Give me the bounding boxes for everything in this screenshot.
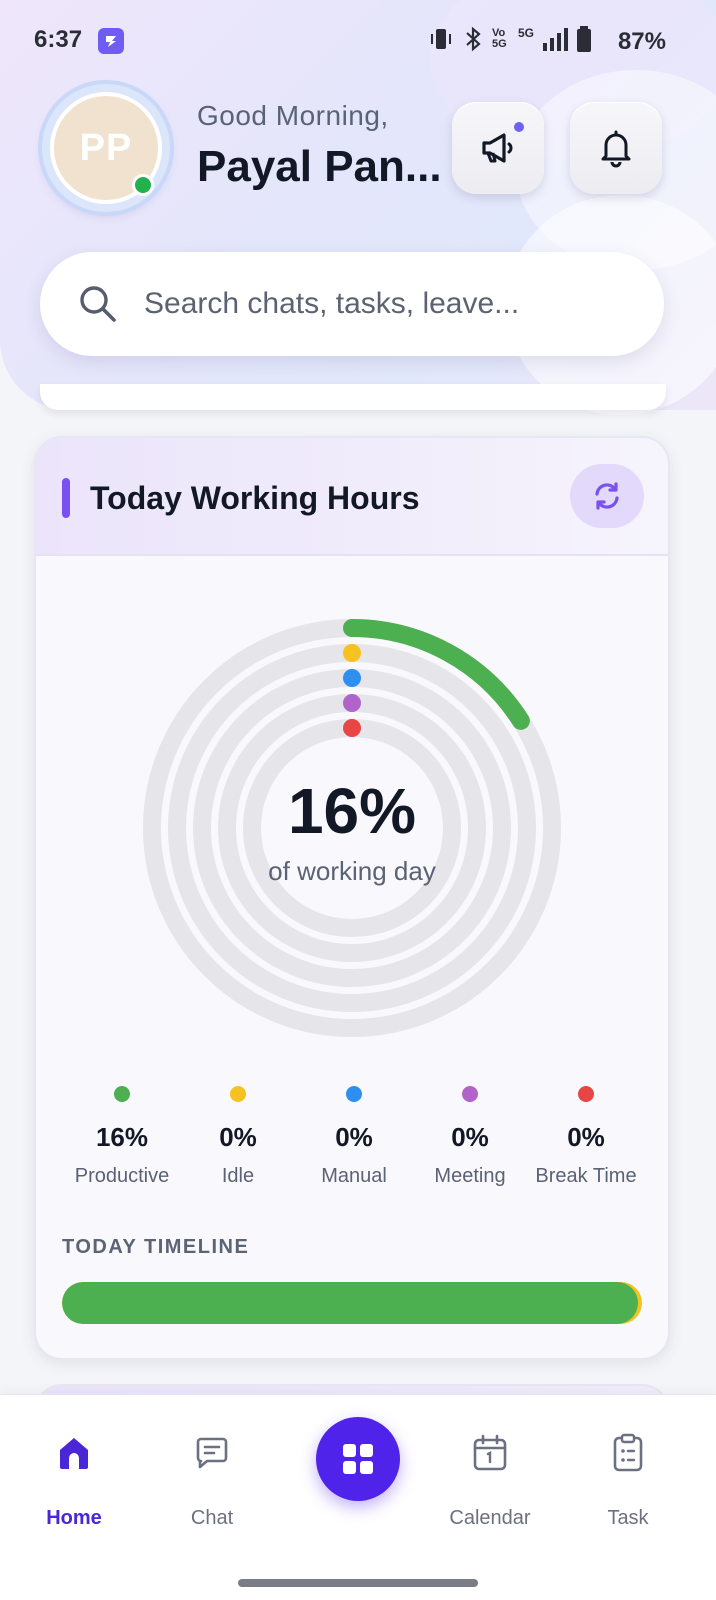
legend-value: 0% — [335, 1122, 373, 1152]
home-icon — [60, 1438, 88, 1469]
grid-icon — [343, 1444, 373, 1474]
legend-label: Idle — [221, 1165, 255, 1187]
legend-item-meeting: 0% Meeting — [412, 1078, 528, 1188]
ring-progress-meeting — [343, 694, 361, 712]
nav-item-task[interactable]: Task — [568, 1431, 688, 1530]
legend-item-manual: 0% Manual — [296, 1078, 412, 1188]
legend-value: 16% — [95, 1122, 149, 1152]
search-icon — [80, 286, 116, 322]
bluetooth-icon — [466, 26, 481, 52]
battery-percent: 87% — [617, 28, 666, 55]
legend-label: Meeting — [434, 1165, 506, 1187]
legend-value: 0% — [451, 1122, 489, 1152]
nav-label: Task — [607, 1507, 649, 1529]
card-title: Today Working Hours — [90, 480, 420, 516]
nav-label: Chat — [190, 1507, 234, 1529]
calendar-icon — [473, 1434, 507, 1471]
nav-label: Home — [46, 1507, 102, 1529]
legend-item-idle: 0% Idle — [180, 1078, 296, 1188]
legend-value: 0% — [567, 1122, 605, 1152]
nav-item-chat[interactable]: Chat — [152, 1431, 272, 1530]
legend-dot — [114, 1086, 130, 1102]
gesture-home-indicator — [238, 1579, 478, 1587]
signal-icon — [543, 28, 568, 51]
online-status-dot — [132, 174, 154, 196]
search-bar[interactable] — [40, 252, 664, 356]
previous-card-edge — [40, 384, 666, 410]
clipboard-icon — [613, 1433, 643, 1472]
nav-item-home[interactable]: Home — [14, 1431, 134, 1530]
notifications-button[interactable] — [570, 102, 662, 194]
legend-value: 0% — [219, 1122, 257, 1152]
announcements-button[interactable] — [452, 102, 544, 194]
greeting-text: Good Morning, — [197, 100, 389, 131]
working-day-percentage: 16% — [287, 775, 417, 847]
battery-icon — [577, 26, 591, 52]
bell-icon — [601, 130, 631, 168]
legend-label: Manual — [321, 1165, 387, 1187]
card-header: Today Working Hours — [36, 438, 668, 556]
unread-indicator — [514, 122, 524, 132]
timeline-bar — [62, 1282, 642, 1324]
megaphone-icon — [482, 133, 513, 163]
app-notification-icon — [98, 28, 124, 54]
ring-progress-idle — [343, 644, 361, 662]
legend-dot — [578, 1086, 594, 1102]
working-hours-card: Today Working Hours 16% of working day 1… — [34, 436, 670, 1360]
bottom-navigation: Home Chat Calendar Task — [0, 1394, 716, 1600]
legend-label: Productive — [74, 1165, 170, 1187]
legend-dot — [346, 1086, 362, 1102]
user-name: Payal Pan... — [197, 142, 442, 191]
legend-item-productive: 16% Productive — [64, 1078, 180, 1188]
timeline-productive-segment — [62, 1282, 638, 1324]
ring-progress-manual — [343, 669, 361, 687]
legend-label: Break Time — [535, 1165, 637, 1187]
card-accent-bar — [62, 478, 70, 518]
screen: 6:37 Vo 5G 5G 87% PP Good Morning, Payal… — [0, 0, 716, 1600]
legend-dot — [462, 1086, 478, 1102]
avatar[interactable]: PP — [42, 84, 170, 212]
status-time: 6:37 — [34, 26, 83, 53]
legend-dot — [230, 1086, 246, 1102]
apps-menu-button[interactable] — [316, 1417, 400, 1501]
ring-progress-break-time — [343, 719, 361, 737]
refresh-button[interactable] — [570, 464, 644, 528]
vibrate-icon — [430, 29, 451, 49]
network-type: 5G — [517, 26, 534, 40]
refresh-icon — [595, 482, 619, 510]
search-input[interactable] — [144, 280, 624, 328]
nav-item-calendar[interactable]: Calendar — [430, 1431, 550, 1530]
activity-legend: 16% Productive 0% Idle 0% Manual 0% Meet… — [64, 1078, 644, 1188]
timeline-title: TODAY TIMELINE — [62, 1236, 250, 1258]
volte-label: Vo 5G — [491, 27, 507, 50]
working-day-caption: of working day — [268, 856, 436, 886]
chat-icon — [196, 1437, 228, 1469]
nav-label: Calendar — [449, 1507, 531, 1529]
legend-item-break-time: 0% Break Time — [528, 1078, 644, 1188]
status-icons: Vo 5G 5G — [428, 26, 592, 52]
status-bar: 6:37 Vo 5G 5G 87% — [0, 0, 716, 84]
